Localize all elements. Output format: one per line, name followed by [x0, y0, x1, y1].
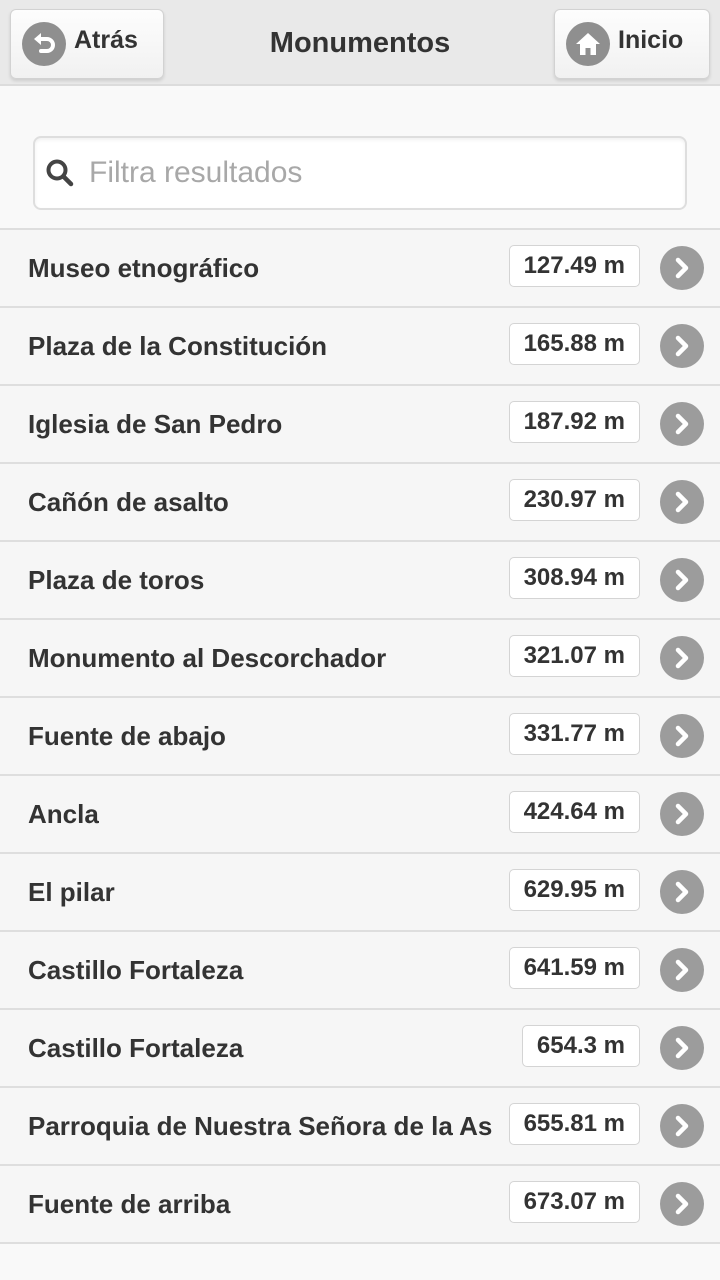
- list-item-name: Castillo Fortaleza: [28, 955, 244, 985]
- list-item-name: Fuente de arriba: [28, 1189, 231, 1219]
- distance-badge: 230.97 m: [508, 479, 640, 521]
- header-bar: Atrás Monumentos Inicio: [0, 0, 720, 86]
- chevron-right-icon[interactable]: [660, 870, 704, 914]
- chevron-right-icon[interactable]: [660, 792, 704, 836]
- list-item-name: Iglesia de San Pedro: [28, 409, 283, 439]
- distance-badge: 331.77 m: [508, 713, 640, 755]
- list-item-name: Plaza de toros: [28, 565, 205, 595]
- search-icon: [46, 159, 74, 187]
- search-box[interactable]: [33, 136, 687, 210]
- list-item-name: Plaza de la Constitución: [28, 331, 328, 361]
- list-item-name: Castillo Fortaleza: [28, 1033, 244, 1063]
- list-item[interactable]: Castillo Fortaleza 654.3 m: [0, 1010, 720, 1088]
- chevron-right-icon[interactable]: [660, 324, 704, 368]
- undo-arrow-icon: [22, 22, 66, 66]
- distance-badge: 165.88 m: [508, 323, 640, 365]
- home-button[interactable]: Inicio: [554, 9, 710, 79]
- page-title: Monumentos: [269, 26, 451, 59]
- list-item-name: Ancla: [28, 799, 99, 829]
- list-item-name: Museo etnográfico: [28, 253, 260, 283]
- list-item[interactable]: Cañón de asalto 230.97 m: [0, 464, 720, 542]
- distance-badge: 654.3 m: [521, 1025, 640, 1067]
- search-area: [0, 86, 720, 228]
- list-item-name: Cañón de asalto: [28, 487, 229, 517]
- chevron-right-icon[interactable]: [660, 1104, 704, 1148]
- chevron-right-icon[interactable]: [660, 1026, 704, 1070]
- list-item[interactable]: Parroquia de Nuestra Señora de la As 655.…: [0, 1088, 720, 1166]
- distance-badge: 308.94 m: [508, 557, 640, 599]
- home-button-label: Inicio: [618, 25, 684, 54]
- chevron-right-icon[interactable]: [660, 402, 704, 446]
- chevron-right-icon[interactable]: [660, 1182, 704, 1226]
- distance-badge: 673.07 m: [508, 1181, 640, 1223]
- back-button-label: Atrás: [74, 25, 138, 54]
- list-item[interactable]: Museo etnográfico 127.49 m: [0, 230, 720, 308]
- distance-badge: 321.07 m: [508, 635, 640, 677]
- list-item[interactable]: Monumento al Descorchador 321.07 m: [0, 620, 720, 698]
- chevron-right-icon[interactable]: [660, 558, 704, 602]
- list-item-name: Fuente de abajo: [28, 721, 226, 751]
- back-button[interactable]: Atrás: [10, 9, 164, 79]
- monument-list: Museo etnográfico 127.49 m Plaza de la Con…: [0, 228, 720, 1244]
- distance-badge: 187.92 m: [508, 401, 640, 443]
- home-icon: [566, 22, 610, 66]
- distance-badge: 641.59 m: [508, 947, 640, 989]
- distance-badge: 127.49 m: [508, 245, 640, 287]
- list-item[interactable]: El pilar 629.95 m: [0, 854, 720, 932]
- chevron-right-icon[interactable]: [660, 480, 704, 524]
- list-item[interactable]: Iglesia de San Pedro 187.92 m: [0, 386, 720, 464]
- list-item-name: Parroquia de Nuestra Señora de la As: [28, 1111, 493, 1141]
- chevron-right-icon[interactable]: [660, 246, 704, 290]
- list-item[interactable]: Fuente de abajo 331.77 m: [0, 698, 720, 776]
- list-item[interactable]: Plaza de toros 308.94 m: [0, 542, 720, 620]
- list-item[interactable]: Plaza de la Constitución 165.88 m: [0, 308, 720, 386]
- list-item-name: Monumento al Descorchador: [28, 643, 387, 673]
- search-input[interactable]: [89, 156, 649, 190]
- list-item[interactable]: Fuente de arriba 673.07 m: [0, 1166, 720, 1244]
- chevron-right-icon[interactable]: [660, 948, 704, 992]
- chevron-right-icon[interactable]: [660, 714, 704, 758]
- chevron-right-icon[interactable]: [660, 636, 704, 680]
- distance-badge: 629.95 m: [508, 869, 640, 911]
- list-item-name: El pilar: [28, 877, 115, 907]
- list-item[interactable]: Ancla 424.64 m: [0, 776, 720, 854]
- list-item[interactable]: Castillo Fortaleza 641.59 m: [0, 932, 720, 1010]
- distance-badge: 655.81 m: [508, 1103, 640, 1145]
- distance-badge: 424.64 m: [508, 791, 640, 833]
